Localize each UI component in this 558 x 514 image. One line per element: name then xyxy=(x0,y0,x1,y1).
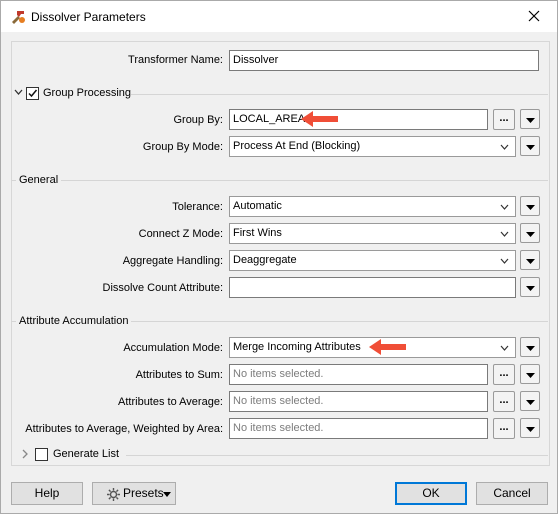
attributes-to-average-weighted-input[interactable]: No items selected. xyxy=(229,418,488,439)
attributes-to-average-weighted-label: Attributes to Average, Weighted by Area: xyxy=(25,423,223,435)
window-title: Dissolver Parameters xyxy=(31,10,146,24)
triangle-down-icon xyxy=(526,346,535,351)
attributes-to-sum-label: Attributes to Sum: xyxy=(135,369,223,381)
dissolve-count-attribute-label: Dissolve Count Attribute: xyxy=(102,282,223,294)
triangle-down-icon xyxy=(526,427,535,432)
triangle-down-icon xyxy=(526,205,535,210)
chevron-right-icon[interactable] xyxy=(22,449,28,459)
aggregate-handling-select[interactable]: Deaggregate xyxy=(229,250,516,271)
tolerance-label: Tolerance: xyxy=(172,201,223,213)
dissolve-count-menu-button[interactable] xyxy=(520,277,540,297)
chevron-down-icon xyxy=(500,144,509,150)
generate-list-checkbox[interactable] xyxy=(35,448,48,461)
tolerance-value: Automatic xyxy=(233,200,282,212)
triangle-down-icon xyxy=(163,492,171,497)
connect-z-mode-label: Connect Z Mode: xyxy=(138,228,223,240)
connect-z-mode-menu-button[interactable] xyxy=(520,223,540,243)
generate-list-divider xyxy=(126,455,548,456)
attributes-to-average-ellipsis-button[interactable]: ... xyxy=(493,391,515,412)
general-title: General xyxy=(16,174,62,186)
chevron-down-icon xyxy=(500,204,509,210)
aggregate-handling-value: Deaggregate xyxy=(233,254,297,266)
help-button[interactable]: Help xyxy=(11,482,83,505)
connect-z-mode-select[interactable]: First Wins xyxy=(229,223,516,244)
transformer-name-input[interactable]: Dissolver xyxy=(229,50,539,71)
attributes-to-average-label: Attributes to Average: xyxy=(118,396,223,408)
attributes-to-sum-menu-button[interactable] xyxy=(520,364,540,384)
attribute-accumulation-title: Attribute Accumulation xyxy=(16,315,132,327)
tolerance-select[interactable]: Automatic xyxy=(229,196,516,217)
annotation-arrow-icon xyxy=(301,111,338,127)
chevron-down-icon xyxy=(500,231,509,237)
accumulation-mode-menu-button[interactable] xyxy=(520,337,540,357)
close-icon xyxy=(528,10,540,22)
aggregate-handling-menu-button[interactable] xyxy=(520,250,540,270)
accumulation-mode-value: Merge Incoming Attributes xyxy=(233,341,361,353)
group-processing-title: Group Processing xyxy=(43,87,132,99)
group-by-mode-select[interactable]: Process At End (Blocking) xyxy=(229,136,516,157)
close-button[interactable] xyxy=(512,1,557,31)
triangle-down-icon xyxy=(526,145,535,150)
triangle-down-icon xyxy=(526,373,535,378)
group-by-mode-value: Process At End (Blocking) xyxy=(233,140,361,152)
group-by-mode-label: Group By Mode: xyxy=(142,141,223,153)
group-by-input[interactable]: LOCAL_AREA xyxy=(229,109,488,130)
group-processing-checkbox[interactable] xyxy=(26,87,39,100)
triangle-down-icon xyxy=(526,118,535,123)
group-by-label: Group By: xyxy=(173,114,223,126)
dialog-window: Dissolver Parameters Transformer Name: D… xyxy=(0,0,558,514)
accumulation-mode-label: Accumulation Mode: xyxy=(123,342,223,354)
aggregate-handling-label: Aggregate Handling: xyxy=(122,255,223,267)
cancel-button[interactable]: Cancel xyxy=(476,482,548,505)
tolerance-menu-button[interactable] xyxy=(520,196,540,216)
triangle-down-icon xyxy=(526,286,535,291)
triangle-down-icon xyxy=(526,259,535,264)
chevron-down-icon xyxy=(500,345,509,351)
connect-z-mode-value: First Wins xyxy=(233,227,282,239)
dissolve-count-attribute-input[interactable] xyxy=(229,277,516,298)
attributes-to-sum-ellipsis-button[interactable]: ... xyxy=(493,364,515,385)
triangle-down-icon xyxy=(526,232,535,237)
presets-label: Presets xyxy=(123,486,164,500)
annotation-arrow-icon xyxy=(369,339,406,355)
presets-button[interactable]: Presets xyxy=(92,482,176,505)
gear-icon xyxy=(107,488,120,501)
attributes-to-sum-input[interactable]: No items selected. xyxy=(229,364,488,385)
title-bar: Dissolver Parameters xyxy=(1,1,557,32)
triangle-down-icon xyxy=(526,400,535,405)
fme-transformer-icon xyxy=(12,11,25,24)
checkmark-icon xyxy=(28,89,38,98)
group-processing-divider xyxy=(131,94,548,95)
group-by-ellipsis-button[interactable]: ... xyxy=(493,109,515,130)
attributes-to-average-input[interactable]: No items selected. xyxy=(229,391,488,412)
transformer-name-label: Transformer Name: xyxy=(128,54,223,66)
group-by-menu-button[interactable] xyxy=(520,109,540,129)
attributes-to-average-menu-button[interactable] xyxy=(520,391,540,411)
attributes-to-average-weighted-ellipsis-button[interactable]: ... xyxy=(493,418,515,439)
generate-list-label: Generate List xyxy=(53,448,120,460)
group-by-mode-menu-button[interactable] xyxy=(520,136,540,156)
chevron-down-icon[interactable] xyxy=(14,89,23,96)
general-divider xyxy=(11,180,548,181)
chevron-down-icon xyxy=(500,258,509,264)
attributes-to-average-weighted-menu-button[interactable] xyxy=(520,418,540,438)
ok-button[interactable]: OK xyxy=(395,482,467,505)
